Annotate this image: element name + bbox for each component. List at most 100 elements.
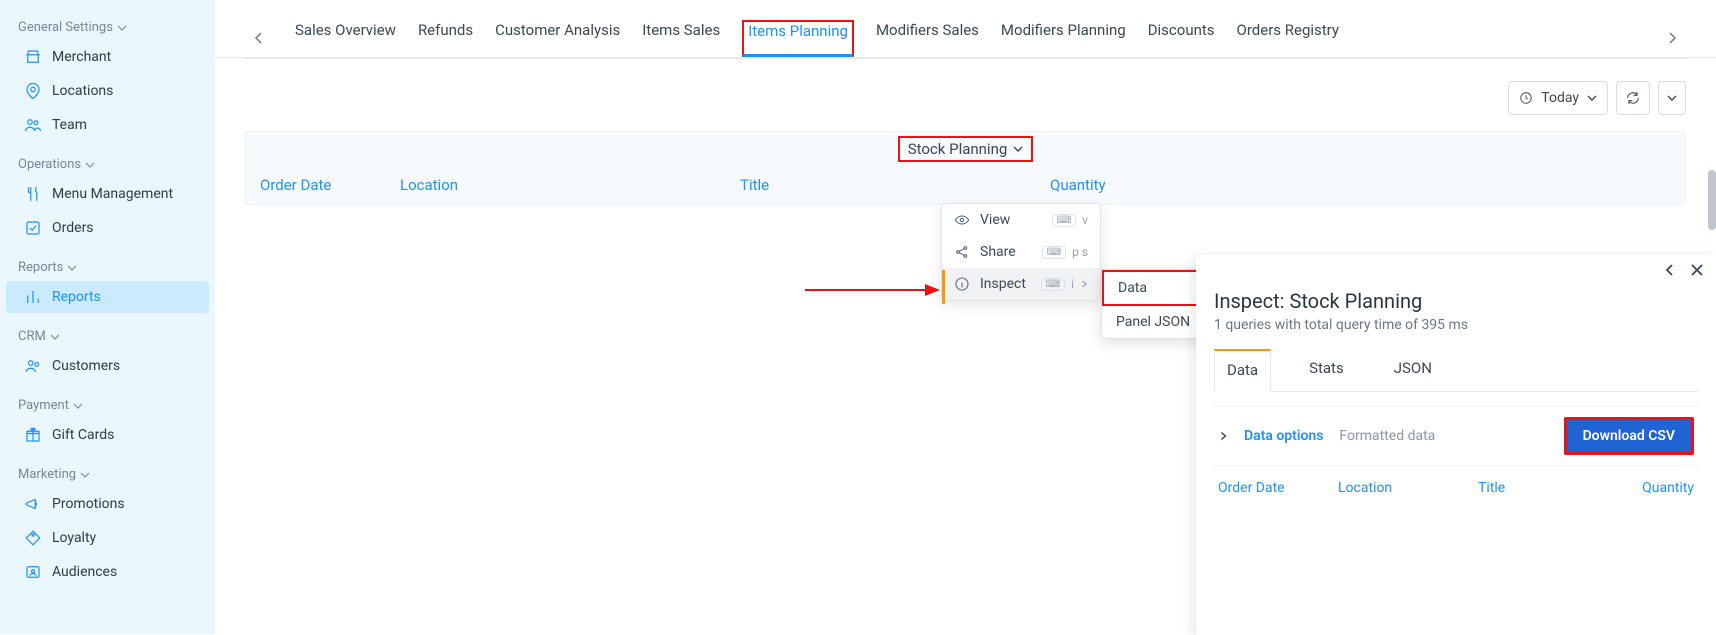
- panel-title-label: Stock Planning: [908, 140, 1008, 158]
- sidebar-section-header[interactable]: CRM: [0, 325, 215, 348]
- eye-icon: [954, 212, 970, 228]
- menu-item-label: Share: [980, 244, 1016, 260]
- report-tabs: Sales Overview Refunds Customer Analysis It…: [215, 0, 1716, 58]
- tab-discounts[interactable]: Discounts: [1148, 21, 1215, 55]
- menu-item-share[interactable]: Share⌨p s: [942, 236, 1100, 268]
- drawer-col-title[interactable]: Title: [1478, 480, 1614, 496]
- sidebar-section-header[interactable]: Operations: [0, 153, 215, 176]
- panel-title-dropdown[interactable]: Stock Planning: [898, 136, 1034, 162]
- sidebar-section-label: Payment: [18, 398, 69, 413]
- tab-items-sales[interactable]: Items Sales: [642, 21, 720, 55]
- data-options-row: Data options Formatted data Download CSV: [1214, 406, 1698, 466]
- sidebar-item-promotions[interactable]: Promotions: [6, 488, 209, 520]
- col-location[interactable]: Location: [400, 176, 740, 194]
- inspect-drawer: Inspect: Stock Planning 1 queries with t…: [1196, 255, 1716, 635]
- sidebar-section-label: Reports: [18, 260, 63, 275]
- tab-orders-registry[interactable]: Orders Registry: [1237, 21, 1339, 55]
- toolbar: Today: [215, 59, 1716, 125]
- download-csv-button[interactable]: Download CSV: [1564, 417, 1694, 455]
- sidebar-item-label: Customers: [52, 358, 120, 374]
- sidebar-item-label: Reports: [52, 289, 101, 305]
- menu-item-view[interactable]: View⌨v: [942, 204, 1100, 236]
- check-square-icon: [24, 219, 42, 237]
- sidebar-item-team[interactable]: Team: [6, 109, 209, 141]
- tab-refunds[interactable]: Refunds: [418, 21, 473, 55]
- sidebar-item-menu-management[interactable]: Menu Management: [6, 178, 209, 210]
- col-title[interactable]: Title: [740, 176, 1050, 194]
- refresh-button[interactable]: [1616, 81, 1650, 115]
- drawer-tab-stats[interactable]: Stats: [1297, 349, 1356, 391]
- expand-options-button[interactable]: [1218, 430, 1228, 442]
- sidebar-section-label: CRM: [18, 329, 46, 344]
- tab-modifiers-planning[interactable]: Modifiers Planning: [1001, 21, 1126, 55]
- tag-icon: [24, 529, 42, 547]
- drawer-close-button[interactable]: [1690, 263, 1704, 277]
- menu-item-label: View: [980, 212, 1010, 228]
- tab-sales-overview[interactable]: Sales Overview: [295, 21, 396, 55]
- refresh-icon: [1625, 90, 1641, 106]
- sidebar-item-loyalty[interactable]: Loyalty: [6, 522, 209, 554]
- drawer-table-header: Order Date Location Title Quantity: [1214, 466, 1698, 510]
- drawer-tabs: Data Stats JSON: [1214, 349, 1698, 392]
- sidebar-item-gift-cards[interactable]: Gift Cards: [6, 419, 209, 451]
- keyboard-icon: ⌨: [1042, 246, 1066, 259]
- sidebar-item-label: Promotions: [52, 496, 125, 512]
- scrollbar-thumb[interactable]: [1708, 170, 1716, 230]
- sidebar-section-header[interactable]: General Settings: [0, 16, 215, 39]
- tabs-scroll-left[interactable]: [245, 31, 273, 45]
- col-order-date[interactable]: Order Date: [260, 176, 400, 194]
- share-icon: [954, 244, 970, 260]
- sidebar-item-reports[interactable]: Reports: [6, 281, 209, 313]
- sidebar-item-label: Locations: [52, 83, 113, 99]
- keyboard-icon: ⌨: [1052, 214, 1076, 227]
- col-quantity[interactable]: Quantity: [1050, 176, 1671, 194]
- drawer-col-quantity[interactable]: Quantity: [1614, 480, 1694, 496]
- sidebar: General Settings Merchant Locations Team Ope…: [0, 0, 215, 634]
- data-options-status: Formatted data: [1339, 428, 1435, 444]
- data-options-link[interactable]: Data options: [1244, 428, 1323, 444]
- menu-item-inspect[interactable]: Inspect⌨i: [942, 268, 1100, 300]
- sidebar-item-audiences[interactable]: Audiences: [6, 556, 209, 588]
- gift-icon: [24, 426, 42, 444]
- drawer-back-button[interactable]: [1664, 263, 1676, 277]
- chevron-down-icon: [1667, 93, 1677, 103]
- drawer-title: Inspect: Stock Planning: [1214, 289, 1698, 313]
- tab-customer-analysis[interactable]: Customer Analysis: [495, 21, 620, 55]
- keyboard-icon: ⌨: [1041, 278, 1065, 291]
- panel-stock-planning: Stock Planning Order Date Location Title…: [245, 131, 1686, 205]
- drawer-tab-data[interactable]: Data: [1214, 349, 1271, 392]
- tabs-scroll-right[interactable]: [1658, 31, 1686, 45]
- panel-table-header: Order Date Location Title Quantity: [246, 166, 1685, 204]
- tab-items-planning[interactable]: Items Planning: [742, 20, 854, 57]
- drawer-tab-json[interactable]: JSON: [1382, 349, 1444, 391]
- sidebar-item-label: Merchant: [52, 49, 111, 65]
- pin-icon: [24, 82, 42, 100]
- tab-modifiers-sales[interactable]: Modifiers Sales: [876, 21, 979, 55]
- sidebar-section-label: General Settings: [18, 20, 113, 35]
- sidebar-item-label: Gift Cards: [52, 427, 114, 443]
- chevron-down-icon: [1013, 144, 1023, 154]
- sidebar-section-header[interactable]: Marketing: [0, 463, 215, 486]
- sidebar-section-header[interactable]: Payment: [0, 394, 215, 417]
- sidebar-item-label: Loyalty: [52, 530, 96, 546]
- utensils-icon: [24, 185, 42, 203]
- menu-item-label: Inspect: [980, 276, 1026, 292]
- team-icon: [24, 116, 42, 134]
- sidebar-item-locations[interactable]: Locations: [6, 75, 209, 107]
- sidebar-item-orders[interactable]: Orders: [6, 212, 209, 244]
- date-range-button[interactable]: Today: [1508, 81, 1608, 115]
- hover-accent: [942, 270, 945, 304]
- main-content: Sales Overview Refunds Customer Analysis It…: [215, 0, 1716, 634]
- audience-icon: [24, 563, 42, 581]
- panel-context-menu: View⌨vShare⌨p sInspect⌨i: [941, 203, 1101, 301]
- drawer-col-location[interactable]: Location: [1338, 480, 1478, 496]
- sidebar-item-merchant[interactable]: Merchant: [6, 41, 209, 73]
- sidebar-item-customers[interactable]: Customers: [6, 350, 209, 382]
- drawer-col-order-date[interactable]: Order Date: [1218, 480, 1338, 496]
- chevron-down-icon: [1587, 93, 1597, 103]
- sidebar-section-label: Marketing: [18, 467, 76, 482]
- clock-icon: [1519, 91, 1533, 105]
- users-icon: [24, 357, 42, 375]
- refresh-interval-button[interactable]: [1658, 81, 1686, 115]
- sidebar-section-header[interactable]: Reports: [0, 256, 215, 279]
